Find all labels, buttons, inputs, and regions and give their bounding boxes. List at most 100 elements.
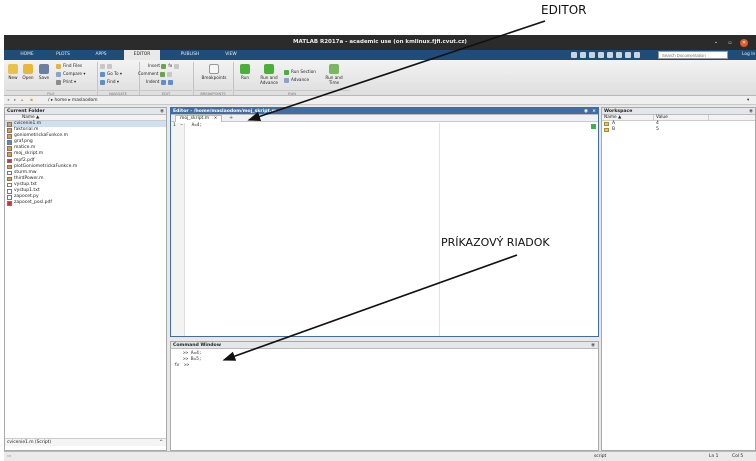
- status-bar: ▭ script Ln 1 Col 5: [4, 451, 756, 461]
- file-icon: [7, 158, 12, 164]
- fx-label[interactable]: fx: [168, 63, 172, 68]
- browse-folder-icon[interactable]: ▪: [30, 96, 33, 105]
- cut-icon[interactable]: [100, 63, 105, 69]
- editor-ribbon: New Open Save Find Files Compare ▾ Print…: [4, 60, 756, 96]
- workspace-menu-icon[interactable]: ◉: [749, 108, 753, 115]
- insert-icon: [161, 63, 167, 69]
- tab-close-icon[interactable]: ×: [214, 116, 218, 121]
- code-line[interactable]: 1 – A=4;: [173, 123, 473, 130]
- help-icon[interactable]: [634, 52, 640, 58]
- breakpoints-button[interactable]: Breakpoints: [198, 64, 230, 80]
- quick-undo-icon[interactable]: [607, 52, 613, 58]
- editor-close-icon[interactable]: ×: [592, 108, 596, 115]
- tab-editor[interactable]: EDITOR: [124, 50, 160, 60]
- quick-switch-icon[interactable]: [625, 52, 631, 58]
- command-prompt: >>: [183, 363, 190, 368]
- run-advance-icon: [264, 64, 274, 74]
- minimize-button[interactable]: –: [712, 39, 720, 47]
- matlab-window: MATLAB R2017a - academic use (on kmlinux…: [4, 35, 756, 461]
- file-icon: [7, 201, 12, 206]
- quick-redo-icon[interactable]: [616, 52, 622, 58]
- advance-button[interactable]: Advance: [284, 77, 309, 83]
- run-section-icon: [284, 69, 289, 75]
- file-icon: [7, 146, 12, 151]
- code-area[interactable]: 1 – A=4;: [171, 123, 598, 336]
- save-button[interactable]: Save: [38, 64, 50, 80]
- comment-label: Comment: [138, 71, 159, 76]
- go-to-button[interactable]: Go To ▾: [100, 71, 122, 77]
- tab-publish[interactable]: PUBLISH: [172, 50, 208, 60]
- close-button[interactable]: ✕: [740, 39, 748, 47]
- quick-save-icon[interactable]: [571, 52, 577, 58]
- find-files-button[interactable]: Find Files: [56, 63, 82, 69]
- tab-plots[interactable]: PLOTS: [48, 50, 78, 60]
- quick-cut-icon[interactable]: [580, 52, 586, 58]
- function-browser-icon[interactable]: fx: [174, 363, 179, 368]
- back-icon[interactable]: ◂: [7, 96, 9, 105]
- variable-value: 5: [656, 127, 659, 132]
- run-and-advance-button[interactable]: Run and Advance: [256, 64, 282, 85]
- forward-icon[interactable]: ▸: [14, 96, 16, 105]
- open-button[interactable]: Open: [22, 64, 34, 80]
- panel-menu-icon[interactable]: ◉: [160, 108, 164, 115]
- file-icon: [7, 164, 12, 170]
- quick-paste-icon[interactable]: [598, 52, 604, 58]
- find-files-icon: [56, 63, 61, 69]
- command-area[interactable]: >> A=4; >> B=5; fx >>: [171, 350, 598, 450]
- find-label: Find ▾: [107, 79, 120, 84]
- uncomment-icon: [166, 71, 172, 77]
- file-icon: [7, 182, 12, 188]
- command-window-menu-icon[interactable]: ◉: [591, 342, 595, 349]
- search-documentation-input[interactable]: [658, 51, 728, 59]
- address-dropdown-icon[interactable]: ▾: [747, 96, 749, 105]
- find-icon: [100, 79, 105, 85]
- details-toggle-icon[interactable]: ^: [159, 439, 163, 447]
- address-path[interactable]: / ▸ home ▸ maslaodom: [48, 96, 98, 105]
- file-name: zapocet_posl.pdf: [14, 200, 52, 206]
- tab-home[interactable]: HOME: [12, 50, 42, 60]
- run-and-time-button[interactable]: Run and Time: [322, 64, 346, 85]
- comment-button[interactable]: Comment: [138, 71, 174, 77]
- file-icon: [7, 189, 12, 194]
- editor-menu-icon[interactable]: ◉: [584, 108, 588, 115]
- file-name: zapocet.py: [14, 194, 39, 200]
- new-tab-button[interactable]: +: [229, 115, 233, 122]
- status-line: Ln 1: [709, 454, 719, 459]
- file-name: vystup.txt: [14, 181, 37, 187]
- file-name: faktorial.m: [14, 127, 39, 133]
- quick-copy-icon[interactable]: [589, 52, 595, 58]
- copy-icon[interactable]: [107, 63, 112, 69]
- log-in-link[interactable]: Log In: [742, 50, 755, 60]
- go-to-label: Go To ▾: [107, 71, 122, 76]
- right-margin-line: [439, 123, 440, 336]
- insert-button[interactable]: Insert fx: [148, 63, 181, 69]
- new-button[interactable]: New: [7, 64, 19, 80]
- tab-apps[interactable]: APPS: [86, 50, 116, 60]
- compare-button[interactable]: Compare ▾: [56, 71, 85, 77]
- file-name: thirdPower.m: [14, 175, 44, 181]
- line-breakpoint-marker[interactable]: –: [180, 123, 183, 128]
- file-list-item[interactable]: zapocet_posl.pdf: [5, 200, 166, 206]
- command-window-panel: Command Window ◉ >> A=4; >> B=5; fx >>: [170, 341, 599, 451]
- tab-view[interactable]: VIEW: [216, 50, 246, 60]
- run-section-button[interactable]: Run Section: [284, 69, 316, 75]
- variable-name: B: [612, 127, 616, 132]
- variable-icon: [604, 128, 609, 132]
- print-button[interactable]: Print ▾: [56, 79, 76, 85]
- code-analyzer-indicator[interactable]: [591, 124, 596, 129]
- status-mode: script: [594, 454, 607, 459]
- editor-tab[interactable]: moj_skript.m ×: [175, 115, 223, 122]
- file-icon: [7, 152, 12, 157]
- up-folder-icon[interactable]: ▴: [21, 96, 23, 105]
- command-prompt-line[interactable]: fx >>: [174, 363, 189, 370]
- details-bar[interactable]: cvicenie1.m (Script) ^: [5, 438, 166, 446]
- workspace-variable-row[interactable]: B5: [602, 127, 755, 133]
- annotation-command-line: PRÍKAZOVÝ RIADOK: [441, 236, 550, 249]
- breakpoints-label: Breakpoints: [201, 75, 227, 80]
- find-button[interactable]: Find ▾: [100, 79, 119, 85]
- window-title: MATLAB R2017a - academic use (on kmlinux…: [293, 39, 467, 45]
- run-button[interactable]: Run: [237, 64, 253, 80]
- maximize-button[interactable]: ▫: [726, 39, 734, 47]
- comment-icon: [159, 71, 165, 77]
- indent-button[interactable]: Indent: [146, 79, 175, 85]
